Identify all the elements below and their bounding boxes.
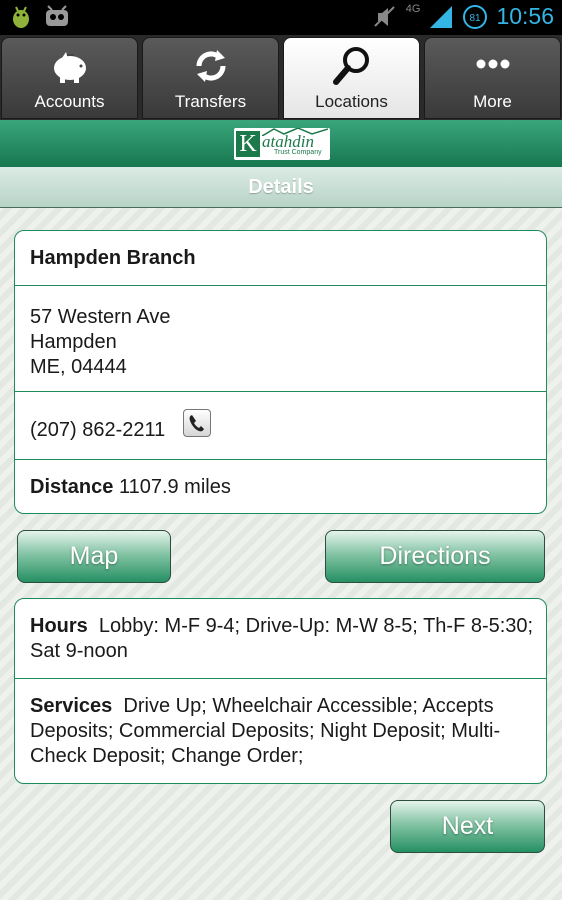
call-button[interactable] xyxy=(183,409,211,437)
tab-label: Accounts xyxy=(34,92,105,111)
phone-icon xyxy=(189,415,204,432)
address-row: 57 Western Ave Hampden ME, 04444 xyxy=(15,286,546,392)
phone-row: (207) 862-2211 xyxy=(15,392,546,460)
svg-text:81: 81 xyxy=(470,13,482,24)
notification-app-icon xyxy=(46,5,68,26)
hours-services-card: Hours Lobby: M-F 9-4; Drive-Up: M-W 8-5;… xyxy=(14,598,547,784)
signal-icon xyxy=(430,5,453,28)
tab-more[interactable]: More xyxy=(424,37,561,119)
battery-icon: 81 xyxy=(463,4,488,29)
address-line-3: ME, 04444 xyxy=(30,356,127,378)
services-label: Services xyxy=(30,695,113,717)
address-line-2: Hampden xyxy=(30,331,117,353)
tab-label: Transfers xyxy=(174,92,247,111)
tab-locations[interactable]: Locations xyxy=(283,37,420,119)
logo-subtitle: Trust Company xyxy=(274,149,322,156)
mute-icon xyxy=(374,5,395,27)
next-button[interactable]: Next xyxy=(390,800,545,853)
hours-label: Hours xyxy=(30,615,88,637)
hours-row: Hours Lobby: M-F 9-4; Drive-Up: M-W 8-5;… xyxy=(15,599,546,679)
tab-accounts[interactable]: Accounts xyxy=(1,37,138,119)
brand-header: K atahdin Trust Company xyxy=(0,120,562,167)
logo-letter: K xyxy=(236,131,260,157)
distance-row: Distance 1107.9 miles xyxy=(15,460,546,513)
status-bar: 4G 81 10:56 xyxy=(0,0,562,35)
page-title: Details xyxy=(0,167,562,208)
clock: 10:56 xyxy=(496,3,554,29)
piggy-bank-icon xyxy=(53,52,86,83)
katahdin-logo: K atahdin Trust Company xyxy=(234,128,330,160)
search-icon xyxy=(332,47,369,85)
network-type-label: 4G xyxy=(405,2,421,15)
transfer-arrows-icon xyxy=(195,50,226,82)
branch-name-row: Hampden Branch xyxy=(15,231,546,286)
distance-label: Distance xyxy=(30,476,114,498)
tab-label: More xyxy=(473,92,512,111)
map-button[interactable]: Map xyxy=(17,530,171,583)
tab-label: Locations xyxy=(315,92,388,111)
distance-value: 1107.9 miles xyxy=(118,476,231,498)
hours-value: Lobby: M-F 9-4; Drive-Up: M-W 8-5; Th-F … xyxy=(30,615,534,662)
phone-number[interactable]: (207) 862-2211 xyxy=(30,418,165,443)
android-debug-icon xyxy=(13,6,29,28)
address-line-1: 57 Western Ave xyxy=(30,306,171,328)
branch-name: Hampden Branch xyxy=(30,247,196,269)
more-dots-icon xyxy=(476,59,509,69)
directions-button[interactable]: Directions xyxy=(325,530,545,583)
services-row: Services Drive Up; Wheelchair Accessible… xyxy=(15,679,546,783)
tab-transfers[interactable]: Transfers xyxy=(142,37,279,119)
location-card: Hampden Branch 57 Western Ave Hampden ME… xyxy=(14,230,547,514)
tab-bar: Accounts Transfers Locations More xyxy=(0,35,562,120)
